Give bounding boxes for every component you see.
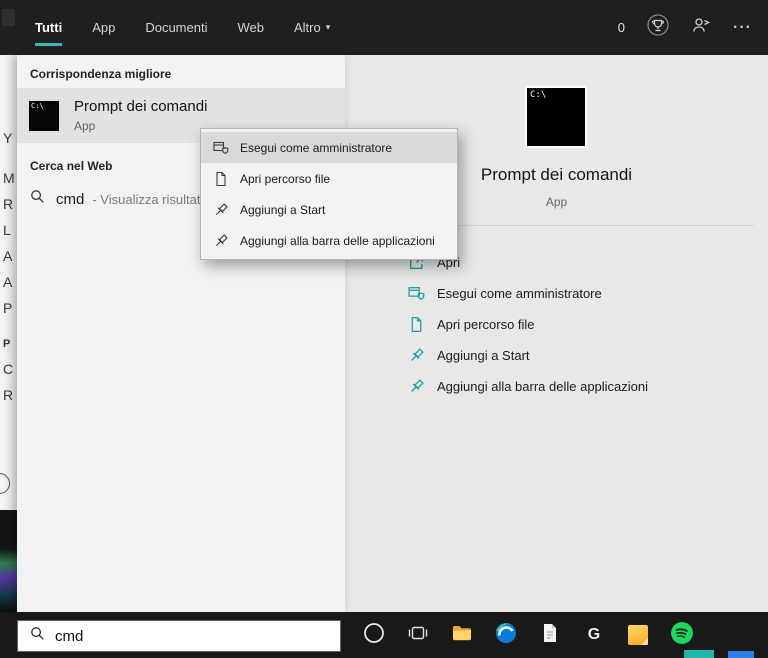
taskbar-icons: G (352, 612, 704, 658)
topbar-right-cluster: 0 ··· (618, 0, 752, 55)
tab-app[interactable]: App (92, 0, 115, 55)
web-query: cmd (56, 190, 85, 208)
document-icon (539, 622, 561, 649)
taskbar-search-input[interactable]: cmd (17, 620, 341, 652)
pin-taskbar-icon (213, 233, 229, 249)
tab-altro[interactable]: Altro ▾ (294, 0, 330, 55)
edge-browser-icon (495, 622, 517, 649)
running-app-indicator (684, 650, 714, 658)
taskbar-icon-gog[interactable]: G (572, 612, 616, 658)
tab-web[interactable]: Web (237, 0, 264, 55)
command-prompt-icon-large: C:\ (525, 86, 587, 148)
action-run-as-admin[interactable]: Esegui come amministratore (345, 278, 768, 309)
search-tabs: Tutti App Documenti Web Altro ▾ (35, 0, 330, 55)
truncated-text: Y (3, 130, 13, 146)
action-pin-to-start[interactable]: Aggiungi a Start (345, 340, 768, 371)
cortana-icon (363, 622, 385, 649)
context-menu: Esegui come amministratore Apri percorso… (200, 128, 458, 260)
cmd-icon-label: C:\ (530, 90, 547, 100)
file-explorer-icon (451, 622, 473, 649)
task-view-icon (408, 623, 428, 648)
search-icon (30, 626, 45, 646)
windows-search-screen: Tutti App Documenti Web Altro ▾ 0 ··· Y … (0, 0, 768, 658)
file-location-icon (213, 171, 229, 187)
action-label: Aggiungi a Start (437, 348, 530, 363)
action-pin-to-taskbar[interactable]: Aggiungi alla barra delle applicazioni (345, 371, 768, 402)
menu-item-pin-to-taskbar[interactable]: Aggiungi alla barra delle applicazioni (201, 225, 457, 256)
menu-item-label: Esegui come amministratore (240, 140, 393, 155)
more-options-icon[interactable]: ··· (733, 19, 752, 37)
taskbar-icon-notes[interactable] (616, 612, 660, 658)
details-actions: Apri Esegui come amministratore Apri per… (345, 247, 768, 402)
action-label: Aggiungi alla barra delle applicazioni (437, 379, 649, 394)
gog-icon: G (587, 626, 601, 643)
background-window-edge: Y M R L A A P P C R (0, 55, 17, 510)
truncated-text: C (3, 361, 14, 377)
partial-window-icon (2, 9, 15, 26)
running-app-indicator (728, 651, 754, 658)
tab-label: Documenti (145, 20, 208, 35)
menu-item-open-file-location[interactable]: Apri percorso file (201, 163, 457, 194)
pin-start-icon (213, 202, 229, 218)
result-subtitle: App (74, 119, 96, 133)
pin-start-icon (408, 347, 425, 364)
spotify-icon (670, 621, 694, 650)
partial-circle-icon (0, 473, 10, 494)
menu-item-label: Apri percorso file (240, 171, 331, 186)
taskbar-icon-cortana[interactable] (352, 612, 396, 658)
taskbar-icon-edge[interactable] (484, 612, 528, 658)
tab-tutti[interactable]: Tutti (35, 0, 63, 55)
search-icon (30, 189, 45, 209)
truncated-text: P (3, 300, 13, 316)
rewards-trophy-icon[interactable] (647, 14, 669, 41)
desktop-wallpaper-sliver (0, 510, 17, 612)
sticky-note-icon (628, 625, 648, 645)
tab-label: Tutti (35, 20, 63, 35)
truncated-text: A (3, 248, 13, 264)
taskbar-icon-file-explorer[interactable] (440, 612, 484, 658)
tab-label: App (92, 20, 116, 35)
search-tab-bar: Tutti App Documenti Web Altro ▾ 0 ··· (0, 0, 768, 55)
pin-taskbar-icon (408, 378, 425, 395)
tab-label: Altro (293, 20, 321, 35)
command-prompt-icon: C:\ (28, 99, 60, 132)
feedback-person-icon[interactable] (691, 15, 711, 40)
active-tab-underline (35, 43, 63, 46)
cmd-icon-label: C:\ (31, 101, 44, 110)
menu-item-pin-to-start[interactable]: Aggiungi a Start (201, 194, 457, 225)
truncated-text: A (3, 274, 13, 290)
best-match-header: Corrispondenza migliore (30, 67, 172, 81)
best-match-text: Prompt dei comandi App (74, 98, 207, 133)
menu-item-label: Aggiungi a Start (240, 202, 326, 217)
action-open-file-location[interactable]: Apri percorso file (345, 309, 768, 340)
run-as-admin-icon (408, 285, 425, 302)
run-as-admin-icon (213, 140, 229, 156)
search-query-text: cmd (55, 627, 84, 645)
action-label: Apri percorso file (437, 317, 535, 332)
menu-item-label: Aggiungi alla barra delle applicazioni (240, 233, 435, 248)
tab-documenti[interactable]: Documenti (145, 0, 207, 55)
web-search-header: Cerca nel Web (30, 159, 113, 173)
result-title: Prompt dei comandi (74, 98, 208, 115)
file-location-icon (408, 316, 425, 333)
menu-item-run-as-admin[interactable]: Esegui come amministratore (201, 132, 457, 163)
truncated-text: L (3, 222, 11, 238)
chevron-down-icon: ▾ (325, 22, 331, 32)
taskbar-icon-task-view[interactable] (396, 612, 440, 658)
truncated-header: P (3, 338, 11, 350)
tab-label: Web (237, 20, 264, 35)
action-label: Esegui come amministratore (437, 286, 602, 301)
taskbar-icon-document[interactable] (528, 612, 572, 658)
truncated-text: R (3, 196, 14, 212)
rewards-count: 0 (617, 20, 626, 35)
truncated-text: R (3, 387, 14, 403)
truncated-text: M (3, 170, 15, 186)
